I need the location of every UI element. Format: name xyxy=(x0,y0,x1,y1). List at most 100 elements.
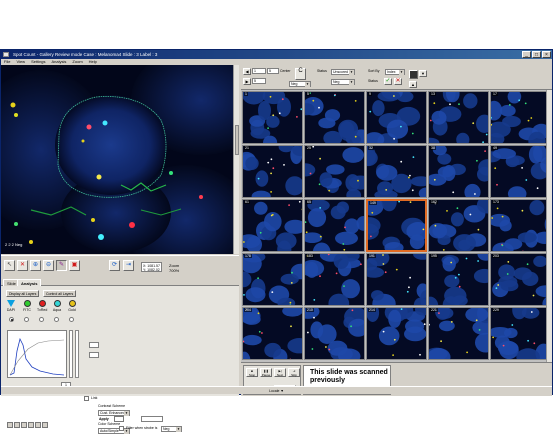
nucleus-shape xyxy=(285,176,302,196)
contrast-slider[interactable] xyxy=(75,330,79,378)
intensity-histogram[interactable] xyxy=(7,330,67,378)
next-arrow-icon[interactable]: ▶ xyxy=(243,78,251,85)
fluorescent-spot xyxy=(258,330,261,333)
view-mode-3-icon[interactable] xyxy=(21,422,27,428)
next-button[interactable]: ▶| Next xyxy=(274,368,286,377)
refresh-icon[interactable]: ⟳ xyxy=(109,260,120,271)
delete-tool-icon[interactable]: ✕ xyxy=(17,260,28,271)
pause-button[interactable]: ❚❚ Pause xyxy=(260,368,272,377)
control-all-layers-button[interactable]: Control all Layers xyxy=(43,290,77,297)
zoom-in-icon[interactable]: ⊕ xyxy=(30,260,41,271)
skip-button[interactable]: ⇥ Skip xyxy=(288,368,300,377)
view-mode-1-icon[interactable] xyxy=(7,422,13,428)
zoom-out-icon[interactable]: ⊖ xyxy=(43,260,54,271)
max-value-box[interactable] xyxy=(89,342,99,348)
gallery-cell[interactable]: 13 xyxy=(428,91,489,144)
probe-fitc[interactable]: FITC xyxy=(22,300,32,312)
fluorescent-spot xyxy=(522,250,524,251)
gallery-cell[interactable]: 61 xyxy=(242,199,303,252)
filter-checkbox[interactable] xyxy=(119,426,124,431)
view-mode-5-icon[interactable] xyxy=(35,422,41,428)
probe-radio-dapi[interactable] xyxy=(9,317,14,322)
brightness-slider[interactable] xyxy=(69,330,73,378)
viewer-toolbar: ↖ ✕ ⊕ ⊖ ✎ ▣ ⟳ ⇥ X: 1081.57 Y: 1082.02 Zo… xyxy=(1,255,239,277)
probe-radio-aqua[interactable] xyxy=(54,317,59,322)
probe-radio-fitc[interactable] xyxy=(24,317,29,322)
reject-x-icon[interactable]: ✕ xyxy=(394,78,402,85)
export-icon[interactable]: ⇥ xyxy=(123,260,134,271)
gallery-cell[interactable]: 65 xyxy=(304,199,365,252)
tab-analysis[interactable]: Analysis xyxy=(17,279,42,286)
view-mode-6-icon[interactable] xyxy=(42,422,48,428)
step-input[interactable]: 1 xyxy=(252,68,266,74)
gallery-cell[interactable]: 38 xyxy=(428,145,489,198)
gallery-scrollbar[interactable] xyxy=(546,90,552,362)
value-input-box[interactable] xyxy=(141,416,163,422)
maximize-button[interactable]: □ xyxy=(532,51,541,58)
nucleus-shape xyxy=(258,101,271,121)
gallery-cell[interactable]: 229 xyxy=(490,307,551,360)
combo-select[interactable]: Neg ▼ xyxy=(289,81,311,87)
status-bar: Locale ▼ xyxy=(1,386,552,394)
gallery-cell[interactable]: 32 xyxy=(366,145,427,198)
image-viewer[interactable]: 2 2 2 Neg xyxy=(1,65,239,254)
probe-aqua[interactable]: Aqua xyxy=(52,300,62,312)
viewer-scrollbar[interactable] xyxy=(233,65,239,254)
view-mode-2-icon[interactable] xyxy=(14,422,20,428)
stop-button[interactable]: ■ Stop xyxy=(246,368,258,377)
gallery-cell[interactable]: 9 xyxy=(366,91,427,144)
display-all-layers-button[interactable]: Display all Layers xyxy=(6,290,40,297)
gallery-cell[interactable]: 1 xyxy=(242,91,303,144)
sort-by-select[interactable]: Index ▼ xyxy=(385,69,405,75)
gallery-cell[interactable]: 21 xyxy=(242,145,303,198)
probe-radio-gold[interactable] xyxy=(69,317,74,322)
gallery-cell[interactable]: 149 xyxy=(366,199,427,252)
filter-select[interactable]: Neg ▼ xyxy=(161,426,182,432)
status-select[interactable]: Unscored ▼ xyxy=(331,69,355,75)
view-mode-4-icon[interactable] xyxy=(28,422,34,428)
fluorescent-spot xyxy=(288,204,290,206)
gallery-cell[interactable]: 210 xyxy=(304,307,365,360)
check-icon[interactable]: ✓ xyxy=(384,78,392,85)
pointer-tool-icon[interactable]: ↖ xyxy=(4,260,15,271)
gallery-cell[interactable]: 204 xyxy=(242,307,303,360)
fluorescent-spot xyxy=(382,254,384,256)
viewer-scroll-thumb[interactable] xyxy=(235,125,239,155)
close-button[interactable]: × xyxy=(542,51,551,58)
field-input[interactable]: 5 xyxy=(252,78,266,84)
cell-nuclei-image xyxy=(429,254,488,305)
cursor-tool-icon[interactable]: C xyxy=(295,68,306,80)
gallery-cell[interactable]: 162 xyxy=(428,199,489,252)
probe-gold[interactable]: Gold xyxy=(67,300,77,312)
gallery-cell[interactable]: 49 xyxy=(490,145,551,198)
prev-arrow-icon[interactable]: ◀ xyxy=(243,68,251,75)
probe-dapi[interactable]: DAPI xyxy=(6,300,16,312)
status-filter-select[interactable]: Neg ▼ xyxy=(331,79,355,85)
gallery-cell[interactable]: 183 xyxy=(304,253,365,306)
color-picker-icon[interactable] xyxy=(409,70,418,79)
cell-nuclei-image xyxy=(429,146,488,197)
gallery-cell[interactable]: 17 xyxy=(490,91,551,144)
gallery-cell[interactable]: 191 xyxy=(366,253,427,306)
gallery-cell[interactable]: 25 xyxy=(304,145,365,198)
gallery-cell[interactable]: 5 xyxy=(304,91,365,144)
fluorescent-spot xyxy=(501,215,504,218)
stop-input[interactable]: 5 xyxy=(267,68,279,74)
gallery-cell[interactable]: 173 xyxy=(490,199,551,252)
min-value-box[interactable] xyxy=(89,352,99,358)
gallery-cell[interactable]: 178 xyxy=(242,253,303,306)
gallery-cell[interactable]: 221 xyxy=(428,307,489,360)
minimize-button[interactable]: _ xyxy=(522,51,531,58)
probe-txred[interactable]: TxRed xyxy=(37,300,47,312)
crop-tool-icon[interactable]: ▣ xyxy=(69,260,80,271)
up-arrow-icon[interactable]: ▲ xyxy=(409,81,417,88)
fluorescent-spot xyxy=(521,167,523,169)
probe-radio-txred[interactable] xyxy=(39,317,44,322)
cell-index-label: 17 xyxy=(492,92,498,96)
dropdown-arrow-icon[interactable]: ▼ xyxy=(419,70,427,77)
gallery-cell[interactable]: 214 xyxy=(366,307,427,360)
gallery-cell[interactable]: 195 xyxy=(428,253,489,306)
draw-tool-icon[interactable]: ✎ xyxy=(56,260,67,271)
link-checkbox[interactable] xyxy=(84,396,89,401)
gallery-cell[interactable]: 203 xyxy=(490,253,551,306)
